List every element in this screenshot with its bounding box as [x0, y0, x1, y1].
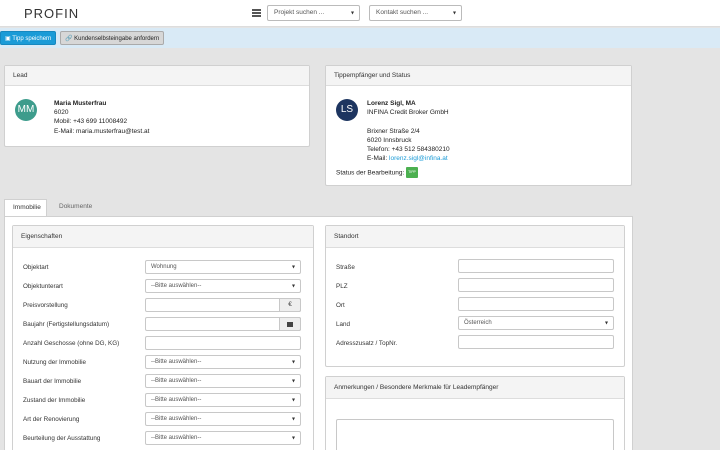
caret-down-icon: ▾: [291, 359, 295, 366]
request-self-input-label: Kundenselbsteingabe anfordern: [74, 36, 160, 42]
country-label: Land: [336, 321, 351, 328]
lead-avatar: MM: [15, 99, 37, 121]
request-self-input-button[interactable]: 🔗 Kundenselbsteingabe anfordern: [60, 31, 165, 45]
geschosse-input[interactable]: [145, 336, 301, 350]
street-input[interactable]: [458, 259, 614, 273]
caret-down-icon: ▾: [604, 320, 608, 327]
zip-input[interactable]: [458, 278, 614, 292]
recipient-city: 6020 Innsbruck: [367, 136, 412, 144]
project-search-select[interactable]: Projekt suchen ... ▾: [267, 5, 360, 21]
recipient-email-link[interactable]: lorenz.sigl@infina.at: [389, 155, 448, 162]
status-row: Status der Bearbeitung: TIPP: [336, 167, 418, 179]
tab-content: Eigenschaften Objektart Wohnung ▾ Objektu…: [4, 216, 633, 450]
properties-panel: Eigenschaften Objektart Wohnung ▾ Objektu…: [12, 225, 314, 450]
recipient-company: INFINA Credit Broker GmbH: [367, 109, 449, 117]
recipient-panel-title: Tippempfänger und Status: [326, 66, 631, 86]
caret-down-icon: ▾: [291, 416, 295, 423]
project-search-placeholder: Projekt suchen ...: [274, 9, 325, 16]
objektunterart-value: --Bitte auswählen--: [151, 283, 202, 289]
caret-down-icon: ▾: [452, 10, 456, 17]
bauart-select[interactable]: --Bitte auswählen-- ▾: [145, 374, 301, 388]
zip-label: PLZ: [336, 283, 348, 290]
lead-panel: Lead MM Maria Musterfrau 6020 Mobil: +43…: [4, 65, 310, 147]
lead-panel-title: Lead: [5, 66, 309, 86]
recipient-street: Brixner Straße 2/4: [367, 127, 420, 135]
renovierung-select[interactable]: --Bitte auswählen-- ▾: [145, 412, 301, 426]
calendar-icon[interactable]: [279, 317, 301, 331]
zustand-value: --Bitte auswählen--: [151, 397, 202, 403]
baujahr-input[interactable]: [145, 317, 301, 331]
notes-panel-title: Anmerkungen / Besondere Merkmale für Lea…: [326, 377, 624, 399]
lead-name: Maria Musterfrau: [54, 100, 107, 107]
country-select[interactable]: Österreich ▾: [458, 316, 614, 330]
ausstattung-select[interactable]: --Bitte auswählen-- ▾: [145, 431, 301, 445]
lead-mobile: Mobil: +43 699 11008492: [54, 118, 128, 126]
bauart-value: --Bitte auswählen--: [151, 378, 202, 384]
top-navbar: PROFIN Projekt suchen ... ▾ Kontakt such…: [0, 0, 720, 27]
tab-documents[interactable]: Dokumente: [51, 199, 100, 216]
recipient-details: Lorenz Sigl, MA INFINA Credit Broker Gmb…: [367, 99, 450, 163]
country-value: Österreich: [464, 320, 492, 326]
address-extra-input[interactable]: [458, 335, 614, 349]
lead-zip: 6020: [54, 109, 69, 117]
recipient-phone: Telefon: +43 512 584380210: [367, 146, 450, 154]
action-bar: ▣ Tipp speichern 🔗 Kundenselbsteingabe a…: [0, 28, 720, 48]
geschosse-label: Anzahl Geschosse (ohne DG, KG): [23, 340, 120, 347]
renovierung-value: --Bitte auswählen--: [151, 416, 202, 422]
lead-email: E-Mail: maria.musterfrau@test.at: [54, 127, 150, 135]
baujahr-label: Baujahr (Fertigstellungsdatum): [23, 321, 110, 328]
zustand-select[interactable]: --Bitte auswählen-- ▾: [145, 393, 301, 407]
lead-details: Maria Musterfrau 6020 Mobil: +43 699 110…: [54, 99, 149, 136]
caret-down-icon: ▾: [291, 397, 295, 404]
save-tip-button[interactable]: ▣ Tipp speichern: [0, 31, 57, 45]
save-tip-label: Tipp speichern: [12, 36, 52, 42]
caret-down-icon: ▾: [291, 435, 295, 442]
bauart-label: Bauart der Immobilie: [23, 378, 82, 385]
contact-search-select[interactable]: Kontakt suchen ... ▾: [369, 5, 462, 21]
zustand-label: Zustand der Immobilie: [23, 397, 86, 404]
app-logo[interactable]: PROFIN: [24, 6, 79, 21]
objektunterart-select[interactable]: --Bitte auswählen-- ▾: [145, 279, 301, 293]
caret-down-icon: ▾: [291, 264, 295, 271]
address-extra-label: Adresszusatz / TopNr.: [336, 340, 398, 347]
ausstattung-value: --Bitte auswählen--: [151, 435, 202, 441]
preis-input[interactable]: €: [145, 298, 301, 312]
status-badge: TIPP: [406, 167, 418, 179]
recipient-status-panel: Tippempfänger und Status LS Lorenz Sigl,…: [325, 65, 632, 186]
save-icon: ▣: [5, 36, 11, 42]
nutzung-select[interactable]: --Bitte auswählen-- ▾: [145, 355, 301, 369]
location-panel-title: Standort: [326, 226, 624, 248]
notes-textarea[interactable]: [336, 419, 614, 450]
objektart-value: Wohnung: [151, 264, 177, 270]
renovierung-label: Art der Renovierung: [23, 416, 80, 423]
city-label: Ort: [336, 302, 345, 309]
caret-down-icon: ▾: [291, 283, 295, 290]
nutzung-value: --Bitte auswählen--: [151, 359, 202, 365]
street-label: Straße: [336, 264, 355, 271]
euro-icon: €: [279, 298, 301, 312]
link-icon: 🔗: [65, 36, 73, 42]
properties-panel-title: Eigenschaften: [13, 226, 313, 248]
caret-down-icon: ▾: [350, 10, 354, 17]
objektart-label: Objektart: [23, 264, 49, 271]
city-input[interactable]: [458, 297, 614, 311]
nutzung-label: Nutzung der Immobilie: [23, 359, 86, 366]
list-icon[interactable]: [252, 9, 261, 17]
recipient-avatar: LS: [336, 99, 358, 121]
contact-search-placeholder: Kontakt suchen ...: [376, 9, 429, 16]
objektunterart-label: Objektunterart: [23, 283, 63, 290]
location-panel: Standort Straße PLZ Ort Land Österreich ▾…: [325, 225, 625, 367]
status-label: Status der Bearbeitung:: [336, 169, 405, 177]
preis-label: Preisvorstellung: [23, 302, 68, 309]
recipient-email-label: E-Mail:: [367, 155, 390, 163]
caret-down-icon: ▾: [291, 378, 295, 385]
ausstattung-label: Beurteilung der Ausstattung: [23, 435, 101, 442]
objektart-select[interactable]: Wohnung ▾: [145, 260, 301, 274]
notes-panel: Anmerkungen / Besondere Merkmale für Lea…: [325, 376, 625, 450]
tab-property[interactable]: Immobilie: [4, 199, 47, 216]
recipient-name: Lorenz Sigl, MA: [367, 100, 416, 107]
